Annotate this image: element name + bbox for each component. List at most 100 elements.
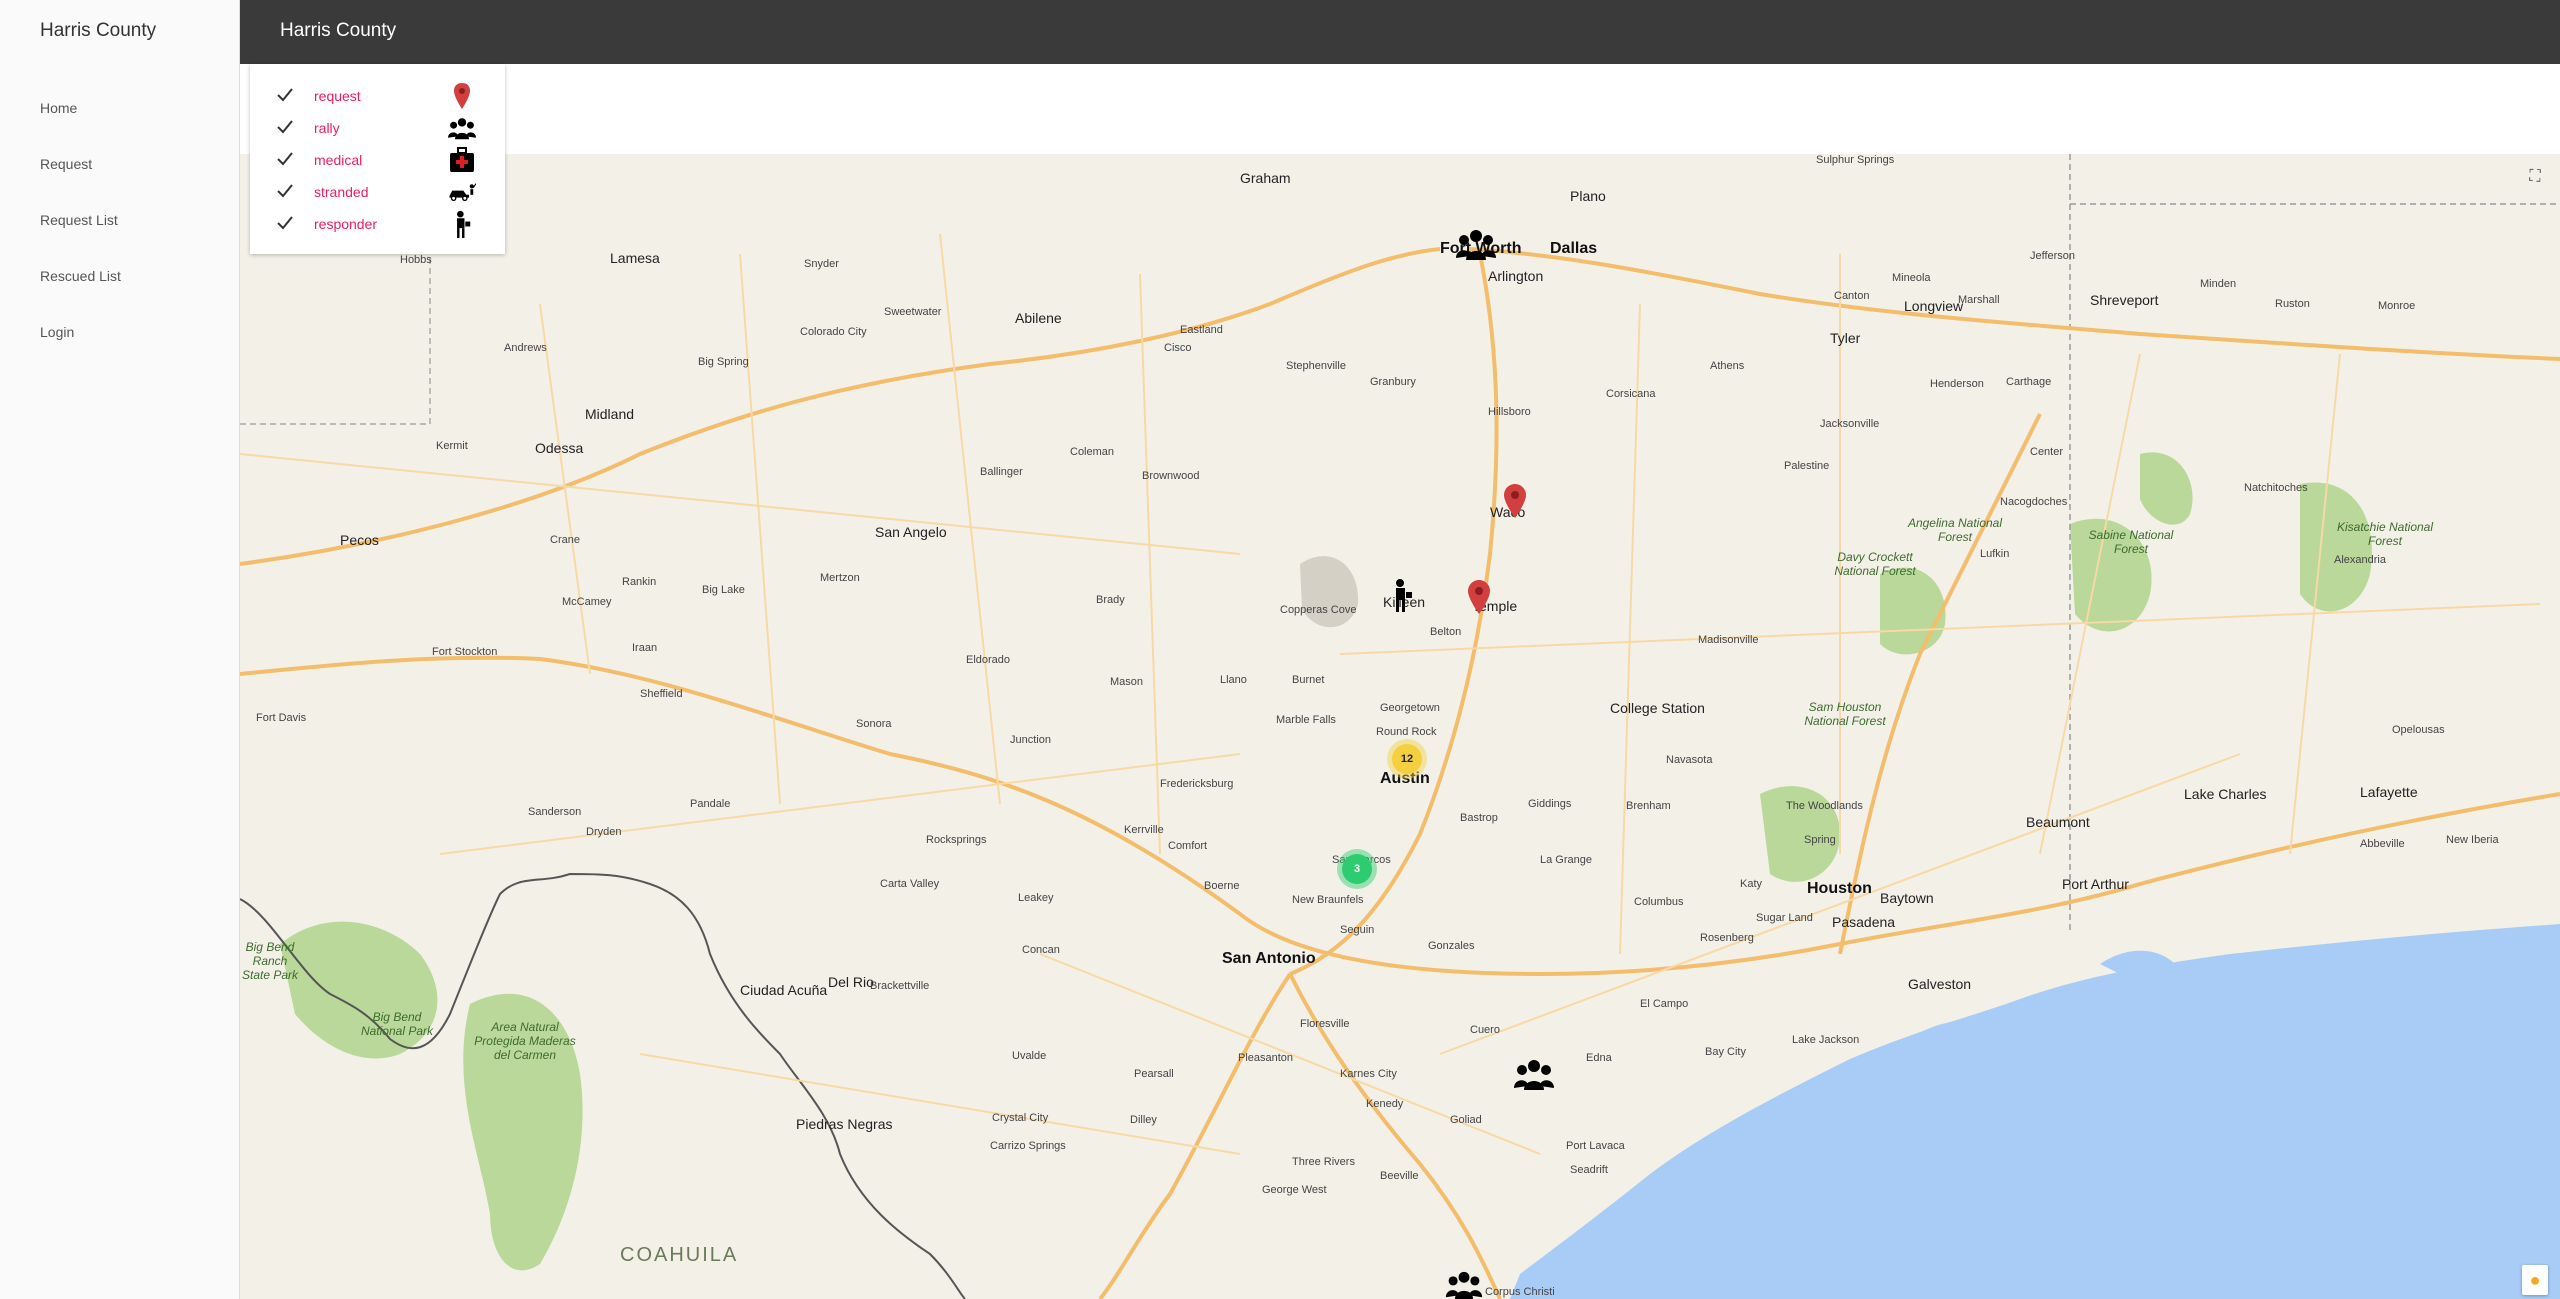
place-label-pasadena: Pasadena (1832, 914, 1896, 930)
place-label-giddings: Giddings (1528, 798, 1572, 810)
place-label-madisonville: Madisonville (1698, 634, 1759, 646)
place-label-three-rivers: Three Rivers (1292, 1156, 1355, 1168)
place-label-shreveport: Shreveport (2090, 292, 2159, 308)
checkmark-icon[interactable] (276, 214, 294, 232)
street-view-pegman-icon[interactable]: ● (2522, 1265, 2548, 1295)
place-label-beeville: Beeville (1380, 1170, 1419, 1182)
place-label-lake-charles: Lake Charles (2184, 786, 2267, 802)
place-label-brady: Brady (1096, 594, 1125, 606)
place-label-beaumont: Beaumont (2026, 814, 2090, 830)
place-label-concan: Concan (1022, 944, 1060, 956)
app-bar: Harris County (240, 0, 2560, 64)
place-label-coahuila: COAHUILA (620, 1244, 739, 1266)
place-label-port-arthur: Port Arthur (2062, 876, 2129, 892)
place-label-sonora: Sonora (856, 718, 892, 730)
nav-item-login[interactable]: Login (40, 324, 74, 340)
place-label-dallas: Dallas (1550, 240, 1598, 257)
legend-item-medical[interactable]: medical (250, 144, 505, 176)
place-label-floresville: Floresville (1300, 1018, 1350, 1030)
responder-person-icon (457, 210, 471, 238)
nav-drawer: Harris County Home Request Request List … (0, 0, 240, 1299)
place-label-uvalde: Uvalde (1012, 1050, 1047, 1062)
place-label-junction: Junction (1010, 734, 1051, 746)
place-label-ruston: Ruston (2275, 298, 2310, 310)
place-label-cisco: Cisco (1164, 342, 1192, 354)
place-label-galveston: Galveston (1908, 976, 1972, 992)
legend-item-rally[interactable]: rally (250, 112, 505, 144)
place-label-san-antonio: San Antonio (1222, 950, 1316, 967)
place-label-kenedy: Kenedy (1366, 1098, 1404, 1110)
place-label-del-rio: Del Rio (828, 974, 874, 990)
page-title: Harris County (280, 20, 397, 41)
rally-marker-icon[interactable] (1456, 228, 1496, 260)
place-label-houston: Houston (1807, 880, 1872, 897)
rally-marker-icon[interactable] (1444, 1270, 1484, 1299)
legend-item-request[interactable]: request (250, 80, 505, 112)
place-label-rocksprings: Rocksprings (926, 834, 987, 846)
place-label-graham: Graham (1240, 170, 1291, 186)
place-label-carthage: Carthage (2006, 376, 2052, 388)
map-canvas[interactable]: Dallas Fort Worth Arlington Plano Graham… (240, 154, 2560, 1299)
place-label-natchitoches: Natchitoches (2244, 482, 2308, 494)
nav-item-request[interactable]: Request (40, 156, 92, 172)
place-label-canton: Canton (1834, 290, 1870, 302)
checkmark-icon[interactable] (276, 182, 294, 200)
rally-marker-icon[interactable] (1514, 1058, 1554, 1090)
nav-item-rescued-list[interactable]: Rescued List (40, 268, 121, 284)
cluster-marker-yellow[interactable]: 12 (1392, 744, 1422, 774)
place-label-piedras-negras: Piedras Negras (796, 1116, 893, 1132)
legend-label: stranded (314, 184, 369, 200)
place-label-mertzon: Mertzon (820, 572, 860, 584)
place-label-davy-crockett-nf: Davy Crockett National Forest (1834, 550, 1916, 578)
place-label-stephenville: Stephenville (1286, 360, 1346, 372)
map-pin-icon (454, 83, 470, 109)
checkmark-icon[interactable] (276, 86, 294, 104)
request-marker-icon[interactable] (1468, 580, 1490, 614)
fullscreen-toggle-icon[interactable]: ⛶ (2524, 166, 2546, 188)
legend-item-responder[interactable]: responder (250, 208, 505, 240)
place-label-mccamey: McCamey (562, 596, 612, 608)
responder-marker-icon[interactable] (1390, 578, 1414, 612)
place-label-nacogdoches: Nacogdoches (2000, 496, 2068, 508)
place-label-tyler: Tyler (1830, 330, 1861, 346)
place-label-marble-falls: Marble Falls (1276, 714, 1336, 726)
place-label-center: Center (2030, 446, 2064, 458)
place-label-area-natural: Area Natural Protegida Maderas del Carme… (474, 1020, 576, 1062)
place-label-baytown: Baytown (1880, 890, 1934, 906)
place-label-big-bend-ranch: Big Bend Ranch State Park (241, 940, 299, 982)
legend-label: medical (314, 152, 363, 168)
request-marker-icon[interactable] (1504, 484, 1526, 518)
place-label-kerrville: Kerrville (1124, 824, 1164, 836)
place-label-copperas-cove: Copperas Cove (1280, 604, 1357, 616)
legend-item-stranded[interactable]: stranded (250, 176, 505, 208)
nav-item-home[interactable]: Home (40, 100, 77, 116)
place-label-sulphur-springs: Sulphur Springs (1816, 154, 1895, 166)
place-label-corsicana: Corsicana (1606, 388, 1656, 400)
place-label-alexandria: Alexandria (2334, 554, 2386, 566)
place-label-port-lavaca: Port Lavaca (1566, 1140, 1625, 1152)
cluster-marker-green[interactable]: 3 (1342, 854, 1372, 884)
legend-label: request (314, 88, 361, 104)
checkmark-icon[interactable] (276, 118, 294, 136)
place-label-crane: Crane (550, 534, 580, 546)
place-label-longview: Longview (1904, 298, 1964, 314)
place-label-fort-stockton: Fort Stockton (432, 646, 498, 658)
place-label-odessa: Odessa (535, 440, 584, 456)
place-label-hillsboro: Hillsboro (1488, 406, 1531, 418)
place-label-arlington: Arlington (1488, 268, 1544, 284)
place-label-pecos: Pecos (340, 532, 379, 548)
checkmark-icon[interactable] (276, 150, 294, 168)
place-label-corpus-christi: Corpus Christi (1485, 1286, 1555, 1298)
place-label-college-station: College Station (1610, 700, 1705, 716)
place-label-columbus: Columbus (1634, 896, 1684, 908)
place-label-marshall: Marshall (1958, 294, 2000, 306)
nav-item-request-list[interactable]: Request List (40, 212, 118, 228)
group-icon (448, 118, 476, 140)
place-label-boerne: Boerne (1204, 880, 1240, 892)
place-label-crystal-city: Crystal City (992, 1112, 1049, 1124)
place-label-dryden: Dryden (586, 826, 622, 838)
place-label-seadrift: Seadrift (1570, 1164, 1608, 1176)
place-label-andrews: Andrews (504, 342, 547, 354)
place-label-the-woodlands: The Woodlands (1786, 800, 1863, 812)
place-label-palestine: Palestine (1784, 460, 1830, 472)
